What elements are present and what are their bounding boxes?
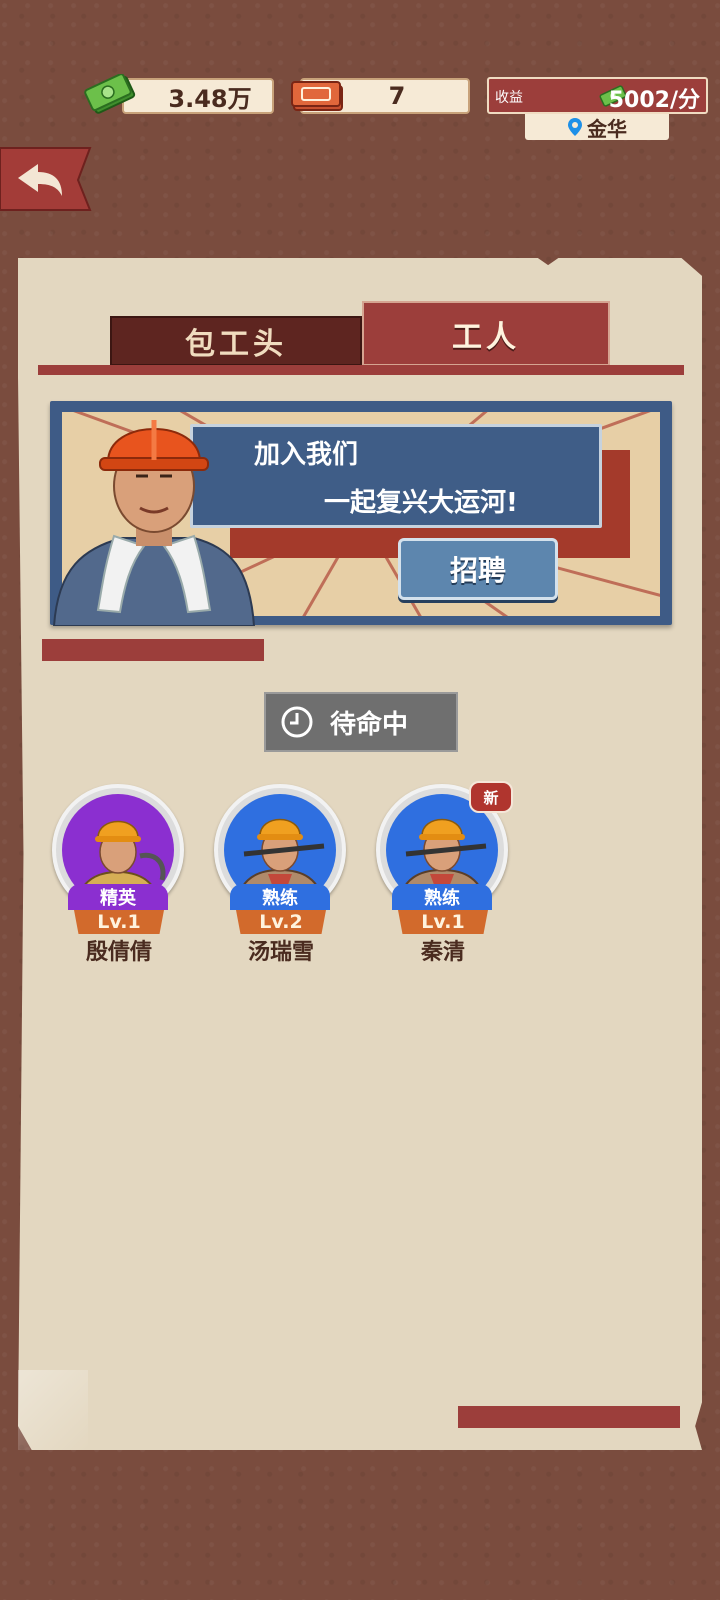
worker-level: Lv.1 — [74, 910, 164, 934]
recruit-button[interactable]: 招聘 — [398, 538, 558, 600]
section-divider — [42, 639, 264, 661]
new-badge: 新 — [469, 781, 513, 813]
worker-name: 殷倩倩 — [85, 940, 152, 965]
worker-card[interactable]: 精英 Lv.1 殷倩倩 — [52, 784, 188, 965]
tab-contractor[interactable]: 包工头 — [110, 316, 362, 366]
income-label: 收益 — [495, 90, 523, 106]
back-button[interactable] — [0, 146, 96, 212]
ticket-icon — [291, 81, 343, 111]
cash-amount: 3.48万 — [168, 84, 252, 113]
tab-underline — [38, 365, 684, 375]
clock-icon — [281, 706, 313, 738]
worker-level: Lv.1 — [398, 910, 488, 934]
worker-name: 汤瑞雪 — [247, 940, 314, 965]
location-name: 金华 — [587, 116, 627, 141]
foreman-portrait — [52, 420, 256, 626]
section-divider — [458, 1406, 680, 1428]
banner-headline: 加入我们 — [254, 440, 359, 470]
income-value: 5002/分 — [608, 88, 700, 113]
cash-counter: 3.48万 — [122, 78, 274, 114]
banner-subline: 一起复兴大运河! — [324, 488, 518, 518]
worker-rank: 精英 — [68, 884, 168, 910]
tab-worker[interactable]: 工人 — [362, 301, 610, 366]
location-pin-icon — [568, 118, 582, 136]
panel-corner-shading — [18, 1370, 88, 1450]
worker-rank: 熟练 — [230, 884, 330, 910]
worker-level: Lv.2 — [236, 910, 326, 934]
cash-icon — [84, 74, 136, 114]
income-rate-panel: 收益 5002/分 — [487, 77, 708, 114]
location-tag[interactable]: 金华 — [525, 114, 669, 141]
standby-label: 待命中 — [330, 709, 409, 740]
worker-rank: 熟练 — [392, 884, 492, 910]
worker-card[interactable]: 熟练 Lv.2 汤瑞雪 — [214, 784, 350, 965]
worker-name: 秦清 — [420, 940, 465, 965]
ticket-amount: 7 — [388, 82, 406, 110]
standby-button[interactable]: 待命中 — [264, 692, 458, 752]
